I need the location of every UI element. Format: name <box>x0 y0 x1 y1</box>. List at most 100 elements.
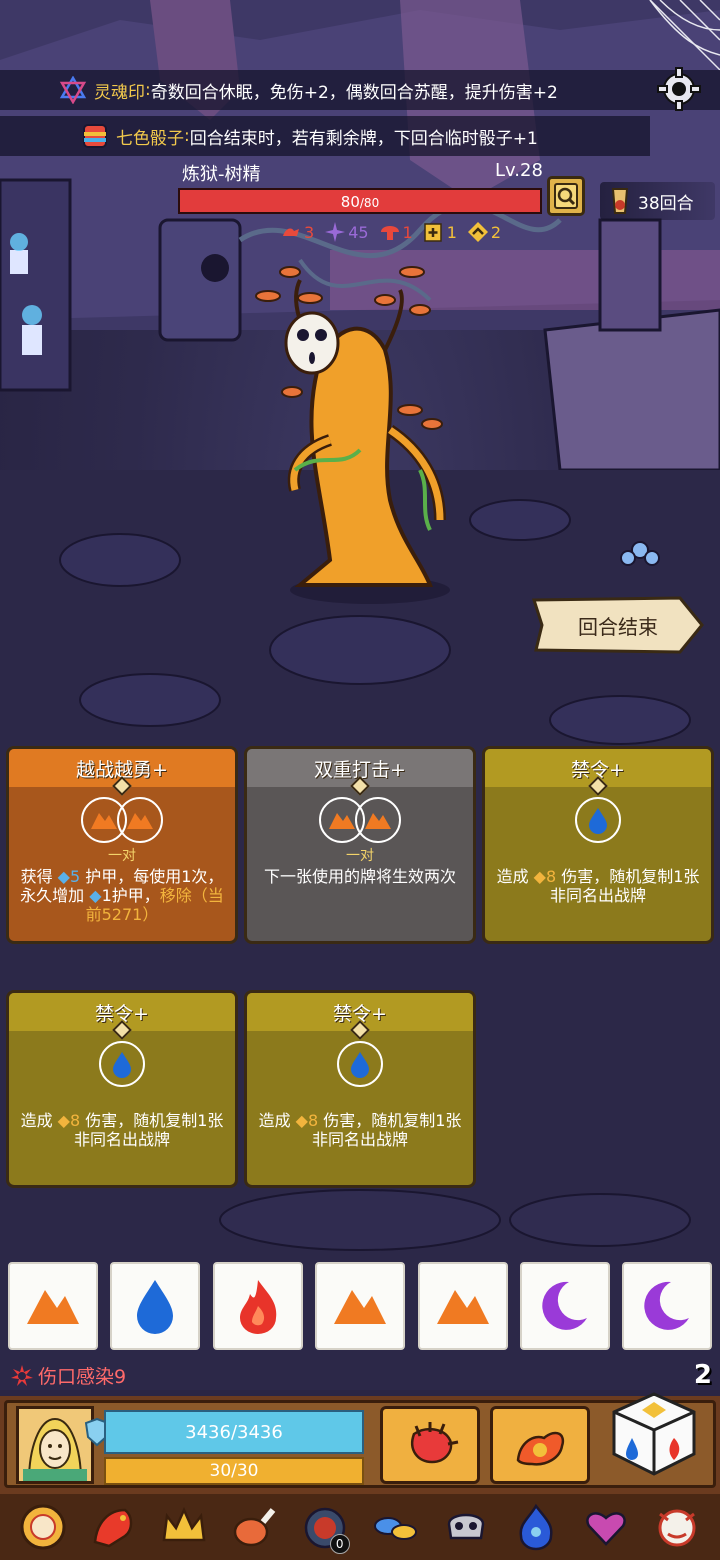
damage-icon: ◆ <box>533 867 546 886</box>
fire-icon <box>236 1276 280 1336</box>
earth-icon <box>355 797 401 843</box>
status-label: 伤口感染9 <box>38 1366 127 1388</box>
water-icon <box>575 797 621 843</box>
dice-icon <box>612 1392 696 1476</box>
enemy-effect-rainbow-dice[interactable]: 七色骰子 : 回合结束时，若有剩余牌，下回合临时骰子+1 <box>0 116 650 156</box>
relic-coin[interactable] <box>14 1498 72 1556</box>
buff-spike[interactable]: 45 <box>324 221 369 243</box>
card-title: 越战越勇+ <box>9 749 235 787</box>
armor-value: 1 <box>101 886 112 905</box>
dice-slot[interactable] <box>418 1262 508 1350</box>
relic-blue-spirit[interactable] <box>507 1498 565 1556</box>
enemy-hp-max: /80 <box>359 196 380 210</box>
magnifier-card-icon <box>554 183 578 209</box>
card-ban[interactable]: 禁令+ 造成 ◆8 伤害，随机复制1张非同名出战牌 <box>6 990 238 1188</box>
turn-counter: 38回合 <box>600 182 715 220</box>
mushrooms-icon <box>374 1517 418 1540</box>
card-title: 双重打击+ <box>247 749 473 787</box>
text-segment: 护甲， <box>111 886 160 905</box>
enemy-level: Lv.28 <box>495 160 543 181</box>
end-turn-button[interactable]: 回合结束 <box>530 594 706 656</box>
relic-counter-badge: 0 <box>329 1534 350 1554</box>
buff-value: 1 <box>402 222 413 242</box>
text-segment: 造成 <box>20 1111 58 1130</box>
dice-slot[interactable] <box>520 1262 610 1350</box>
moon-icon <box>641 1278 693 1334</box>
earth-icon <box>23 1284 83 1328</box>
dice-slot[interactable] <box>315 1262 405 1350</box>
enemy-effect-soul-seal[interactable]: 灵魂印 : 奇数回合休眠，免伤+2，偶数回合苏醒，提升伤害+2 <box>0 70 720 110</box>
skill-punch-button[interactable] <box>380 1406 480 1484</box>
remove-keyword: 移除 <box>159 886 192 905</box>
card-double-strike[interactable]: 双重打击+ 一对 下一张使用的牌将生效两次 <box>244 746 476 944</box>
text-segment: 伤害，随机复制1张非同名出战牌 <box>549 867 700 905</box>
enemy-hp-bar: 80/80 <box>178 188 542 214</box>
meat-icon <box>234 1508 276 1547</box>
earth-icon <box>330 1284 390 1328</box>
buff-rank[interactable]: 2 <box>467 221 501 243</box>
status-wound-infection[interactable]: 伤口感染9 <box>10 1362 126 1389</box>
coin-icon <box>20 1504 66 1550</box>
buff-card-plus[interactable]: 1 <box>423 221 457 243</box>
dice-slot[interactable] <box>622 1262 712 1350</box>
card-description: 下一张使用的牌将生效两次 <box>263 867 456 886</box>
buff-mushroom[interactable]: 1 <box>379 221 413 243</box>
card-title: 禁令+ <box>9 993 235 1031</box>
water-icon <box>337 1041 383 1087</box>
relic-dragon[interactable] <box>85 1498 143 1556</box>
damage-value: 8 <box>69 1111 81 1130</box>
card-description: 造成 ◆8 伤害，随机复制1张非同名出战牌 <box>247 1111 473 1149</box>
enemy-hp-text: 80/80 <box>180 193 540 211</box>
armor-value: 5 <box>69 867 81 886</box>
gear-icon <box>657 67 701 111</box>
card-pair-label: 一对 <box>108 848 136 864</box>
dice-slot[interactable] <box>110 1262 200 1350</box>
card-dice-pair <box>319 797 401 843</box>
dice-slot[interactable] <box>8 1262 98 1350</box>
effect-name: 灵魂印 <box>94 82 145 103</box>
damage-icon: ◆ <box>295 1111 308 1130</box>
reroll-dice-button[interactable] <box>608 1388 700 1480</box>
card-ban[interactable]: 禁令+ 造成 ◆8 伤害，随机复制1张非同名出战牌 <box>482 746 714 944</box>
strength-icon <box>283 228 299 236</box>
damage-icon: ◆ <box>57 1111 70 1130</box>
card-description: 造成 ◆8 伤害，随机复制1张非同名出战牌 <box>9 1111 235 1149</box>
text-segment: 造成 <box>258 1111 296 1130</box>
skill-fire-button[interactable] <box>490 1406 590 1484</box>
relic-mushrooms[interactable] <box>366 1498 424 1556</box>
crown-icon <box>162 1506 206 1542</box>
shield-icon: ◆ <box>89 886 102 905</box>
water-icon <box>133 1276 177 1336</box>
player-energy-text: 30/30 <box>209 1461 259 1481</box>
relic-skull[interactable] <box>437 1498 495 1556</box>
rank-icon <box>467 222 488 242</box>
wound-icon <box>11 1364 33 1386</box>
card-courage[interactable]: 越战越勇+ 一对 获得 ◆5 护甲，每使用1次，永久增加 ◆1护甲，移除（当前5… <box>6 746 238 944</box>
relic-meat[interactable] <box>225 1498 283 1556</box>
relic-demon-mask[interactable] <box>648 1498 706 1556</box>
blue-flame-icon <box>519 1503 553 1551</box>
relic-heart[interactable] <box>577 1498 635 1556</box>
avatar[interactable] <box>16 1406 94 1484</box>
settings-button[interactable] <box>652 62 706 116</box>
enemy-info-button[interactable] <box>547 176 585 216</box>
card-ban[interactable]: 禁令+ 造成 ◆8 伤害，随机复制1张非同名出战牌 <box>244 990 476 1188</box>
relic-crown[interactable] <box>155 1498 213 1556</box>
buff-value: 45 <box>348 222 369 242</box>
text-segment: 造成 <box>496 867 534 886</box>
mushroom-icon <box>380 226 399 240</box>
spiked-fist-icon <box>411 1422 459 1464</box>
text-segment: 获得 <box>20 867 58 886</box>
buff-strength[interactable]: 3 <box>280 221 314 243</box>
effect-description: 奇数回合休眠，免伤+2，偶数回合苏醒，提升伤害+2 <box>150 82 558 103</box>
relic-pot[interactable]: 0 <box>296 1498 354 1556</box>
earth-icon <box>433 1284 493 1328</box>
dice-slot[interactable] <box>213 1262 303 1350</box>
player-hp-text: 3436/3436 <box>185 1421 283 1443</box>
card-title: 禁令+ <box>485 749 711 787</box>
demon-mask-icon <box>658 1509 696 1547</box>
card-plus-icon <box>423 223 442 242</box>
rainbow-dice-icon <box>80 121 110 151</box>
relic-bar: 0 <box>0 1494 720 1560</box>
buff-value: 3 <box>304 222 315 242</box>
